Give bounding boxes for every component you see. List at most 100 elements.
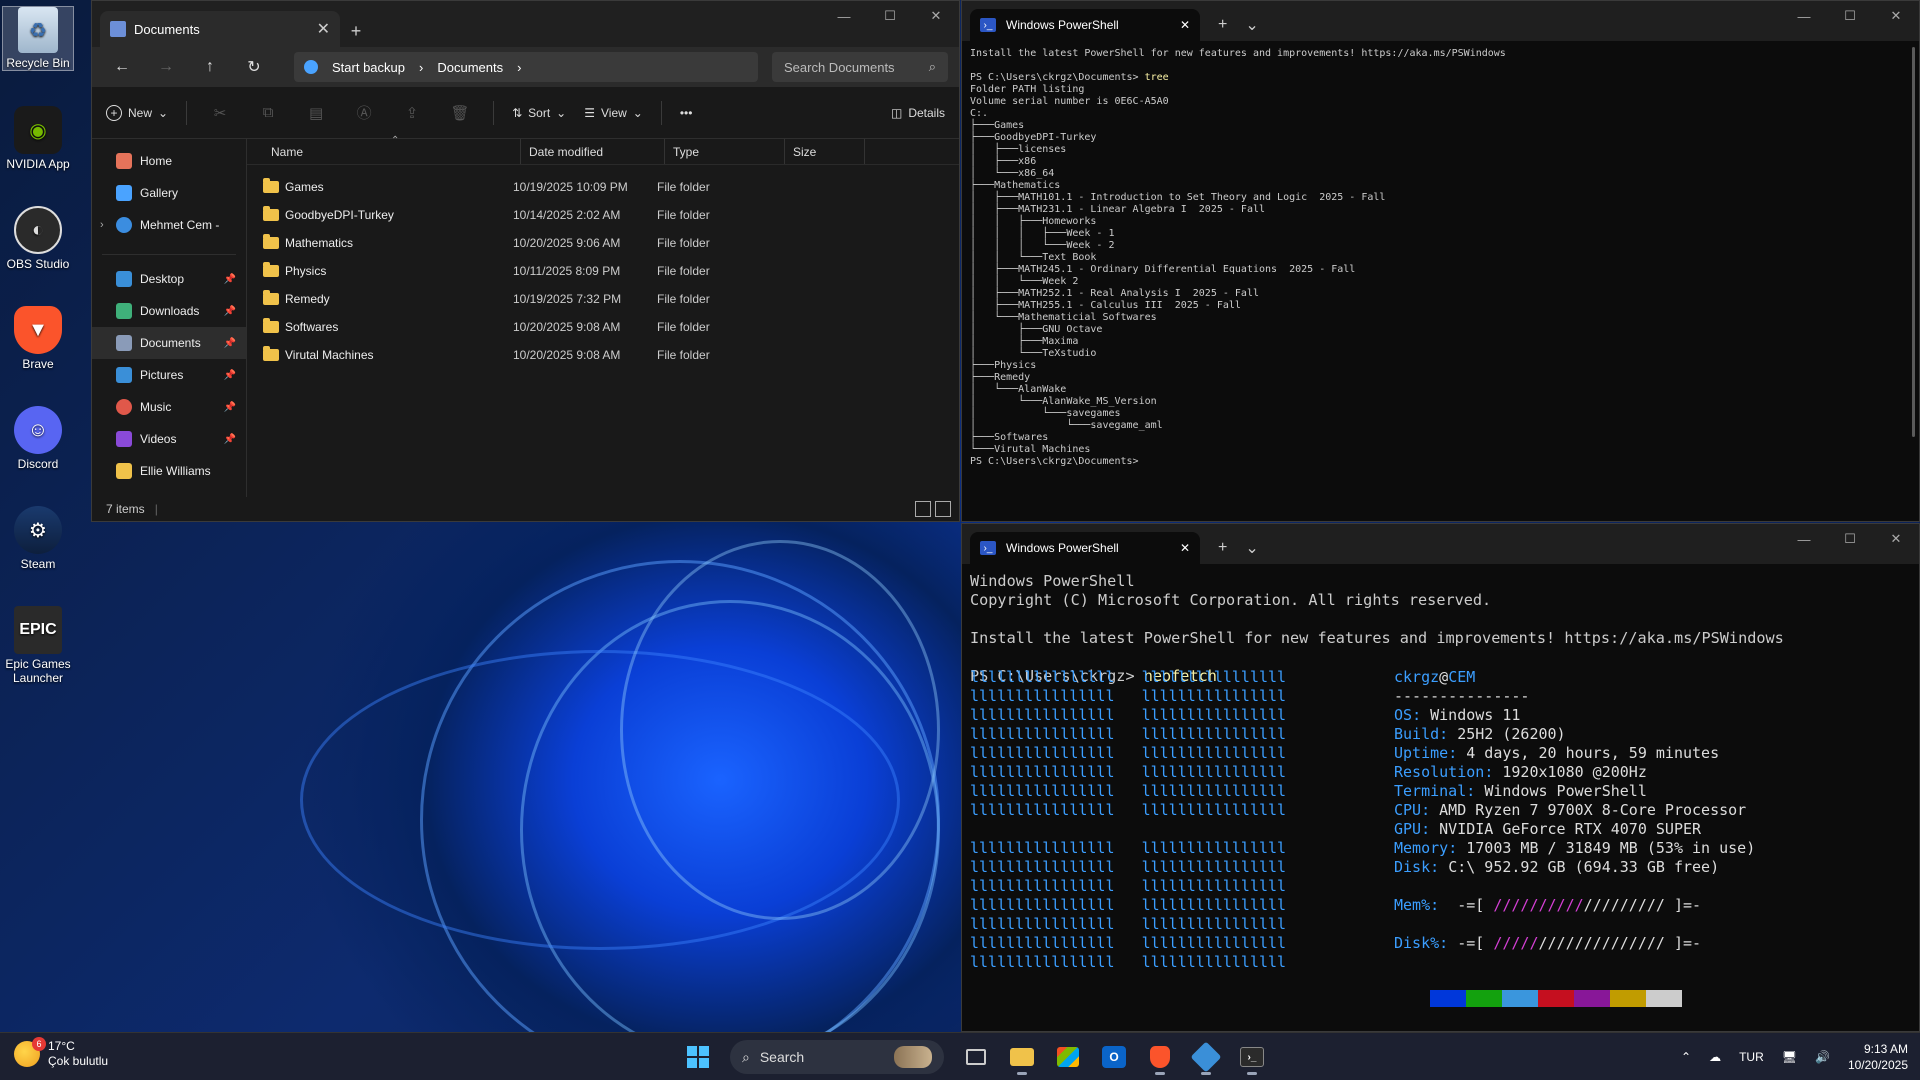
scrollbar[interactable] xyxy=(1912,47,1915,437)
back-button[interactable]: ← xyxy=(102,51,142,83)
tab-dropdown-button[interactable]: ⌄ xyxy=(1245,538,1258,558)
breadcrumb-start-backup[interactable]: Start backup xyxy=(332,60,405,75)
chevron-up-icon[interactable]: ⌃ xyxy=(1681,1050,1691,1064)
terminal-output[interactable]: Install the latest PowerShell for new fe… xyxy=(962,41,1919,475)
up-button[interactable]: ↑ xyxy=(190,51,230,83)
column-header-name[interactable]: Name xyxy=(247,139,521,164)
maximize-button[interactable]: ☐ xyxy=(1827,1,1873,31)
terminal-tab[interactable]: ›_ Windows PowerShell ✕ xyxy=(970,9,1200,41)
network-icon[interactable]: 🖥 xyxy=(1782,1050,1797,1064)
paste-button[interactable]: ▤ xyxy=(301,104,331,122)
details-pane-button[interactable]: ◫ Details xyxy=(891,106,945,120)
onedrive-tray-icon[interactable]: ☁ xyxy=(1709,1050,1721,1064)
table-row[interactable]: Virutal Machines 10/20/2025 9:08 AM File f… xyxy=(247,341,959,369)
minimize-button[interactable]: — xyxy=(821,1,867,31)
refresh-button[interactable]: ↻ xyxy=(234,51,274,83)
sidebar-item-ellie-williams[interactable]: Ellie Williams xyxy=(92,455,246,487)
logo-line: llllllllllllllll llllllllllllllll xyxy=(970,839,1287,857)
cut-button[interactable]: ✂ xyxy=(205,104,235,122)
disk-bar-free: ////////////// xyxy=(1538,934,1665,952)
desktop-icon-epic[interactable]: EPIC Epic Games Launcher xyxy=(2,606,74,685)
close-button[interactable]: ✕ xyxy=(1873,1,1919,31)
sidebar-item-home[interactable]: Home xyxy=(92,145,246,177)
chevron-right-icon[interactable]: › xyxy=(100,219,104,231)
taskbar-search[interactable]: ⌕ Search xyxy=(730,1040,944,1074)
column-header-size[interactable]: Size xyxy=(785,139,865,164)
mem-label: Mem%: xyxy=(1394,896,1440,914)
microsoft-store-icon[interactable] xyxy=(1050,1039,1086,1075)
close-tab-icon[interactable]: ✕ xyxy=(1180,18,1190,32)
outlook-icon[interactable]: O xyxy=(1096,1039,1132,1075)
terminal-tab-title: Windows PowerShell xyxy=(1006,18,1119,32)
task-view-button[interactable] xyxy=(958,1039,994,1075)
sidebar-item-pictures[interactable]: Pictures 📌 xyxy=(92,359,246,391)
table-row[interactable]: Games 10/19/2025 10:09 PM File folder xyxy=(247,173,959,201)
input-language[interactable]: TUR xyxy=(1739,1050,1764,1064)
share-button[interactable]: ⇪ xyxy=(397,104,427,122)
close-tab-icon[interactable]: ✕ xyxy=(317,19,330,39)
explorer-tab[interactable]: Documents ✕ xyxy=(100,11,340,47)
desktop-icon-brave[interactable]: ▼ Brave xyxy=(2,306,74,371)
maximize-button[interactable]: ☐ xyxy=(1827,524,1873,554)
delete-button[interactable]: 🗑 xyxy=(445,104,475,122)
column-header-date-modified[interactable]: Date modified xyxy=(521,139,665,164)
sidebar-item-onedrive[interactable]: › Mehmet Cem - xyxy=(92,209,246,241)
onedrive-cloud-icon xyxy=(116,217,132,233)
maximize-button[interactable]: ☐ xyxy=(867,1,913,31)
table-row[interactable]: Physics 10/11/2025 8:09 PM File folder xyxy=(247,257,959,285)
new-tab-button[interactable]: + xyxy=(340,15,372,47)
table-row[interactable]: Mathematics 10/20/2025 9:06 AM File folder xyxy=(247,229,959,257)
rename-button[interactable]: Ⓐ xyxy=(349,102,379,123)
sidebar-item-downloads[interactable]: Downloads 📌 xyxy=(92,295,246,327)
pin-icon: 📌 xyxy=(223,401,236,413)
desktop-icon-steam[interactable]: ⚙ Steam xyxy=(2,506,74,571)
copy-button[interactable]: ⧉ xyxy=(253,104,283,121)
table-row[interactable]: GoodbyeDPI-Turkey 10/14/2025 2:02 AM File … xyxy=(247,201,959,229)
address-bar[interactable]: Start backup › Documents › xyxy=(294,52,758,82)
terminal-taskbar-icon[interactable]: ›_ xyxy=(1234,1039,1270,1075)
chevron-right-icon[interactable]: › xyxy=(517,60,521,75)
clock[interactable]: 9:13 AM 10/20/2025 xyxy=(1848,1041,1908,1073)
close-button[interactable]: ✕ xyxy=(1873,524,1919,554)
sidebar-item-videos[interactable]: Videos 📌 xyxy=(92,423,246,455)
desktop-icon-recycle-bin[interactable]: ♻ Recycle Bin xyxy=(2,6,74,71)
forward-button[interactable]: → xyxy=(146,51,186,83)
desktop-icon-nvidia[interactable]: ◉ NVIDIA App xyxy=(2,106,74,171)
search-box[interactable]: Search Documents ⌕ xyxy=(772,52,948,82)
breadcrumb-documents[interactable]: Documents xyxy=(437,60,503,75)
pin-icon: 📌 xyxy=(223,369,236,381)
new-button[interactable]: + New ⌄ xyxy=(106,104,168,121)
desktop-icon-discord[interactable]: ☺ Discord xyxy=(2,406,74,471)
sidebar-item-music[interactable]: Music 📌 xyxy=(92,391,246,423)
desktop-icon-obs[interactable]: ◐ OBS Studio xyxy=(2,206,74,271)
sidebar-item-documents[interactable]: Documents 📌 xyxy=(92,327,246,359)
logo-line: llllllllllllllll llllllllllllllll xyxy=(970,801,1287,819)
terminal-tab[interactable]: ›_ Windows PowerShell ✕ xyxy=(970,532,1200,564)
close-tab-icon[interactable]: ✕ xyxy=(1180,541,1190,555)
more-options-button[interactable]: ••• xyxy=(680,106,693,120)
view-button[interactable]: ☰ View ⌄ xyxy=(584,106,643,120)
sort-button[interactable]: ⇅ Sort ⌄ xyxy=(512,106,566,120)
folder-icon xyxy=(263,178,279,193)
pin-icon: 📌 xyxy=(223,273,236,285)
close-button[interactable]: ✕ xyxy=(913,1,959,31)
rainmeter-icon[interactable] xyxy=(1188,1039,1224,1075)
sidebar-item-desktop[interactable]: Desktop 📌 xyxy=(92,263,246,295)
volume-icon[interactable]: 🔊 xyxy=(1815,1050,1830,1064)
details-view-button[interactable] xyxy=(915,501,931,517)
tiles-view-button[interactable] xyxy=(935,501,951,517)
minimize-button[interactable]: — xyxy=(1781,524,1827,554)
start-button[interactable] xyxy=(680,1039,716,1075)
search-input[interactable]: Search Documents xyxy=(784,60,895,75)
minimize-button[interactable]: — xyxy=(1781,1,1827,31)
table-row[interactable]: Remedy 10/19/2025 7:32 PM File folder xyxy=(247,285,959,313)
file-explorer-taskbar-icon[interactable] xyxy=(1004,1039,1040,1075)
tab-dropdown-button[interactable]: ⌄ xyxy=(1245,15,1258,35)
new-tab-button[interactable]: + xyxy=(1218,539,1227,557)
new-tab-button[interactable]: + xyxy=(1218,16,1227,34)
sidebar-item-gallery[interactable]: Gallery xyxy=(92,177,246,209)
table-row[interactable]: Softwares 10/20/2025 9:08 AM File folder xyxy=(247,313,959,341)
weather-widget[interactable]: 6 17°C Çok bulutlu xyxy=(14,1037,108,1069)
column-header-type[interactable]: Type xyxy=(665,139,785,164)
brave-taskbar-icon[interactable] xyxy=(1142,1039,1178,1075)
